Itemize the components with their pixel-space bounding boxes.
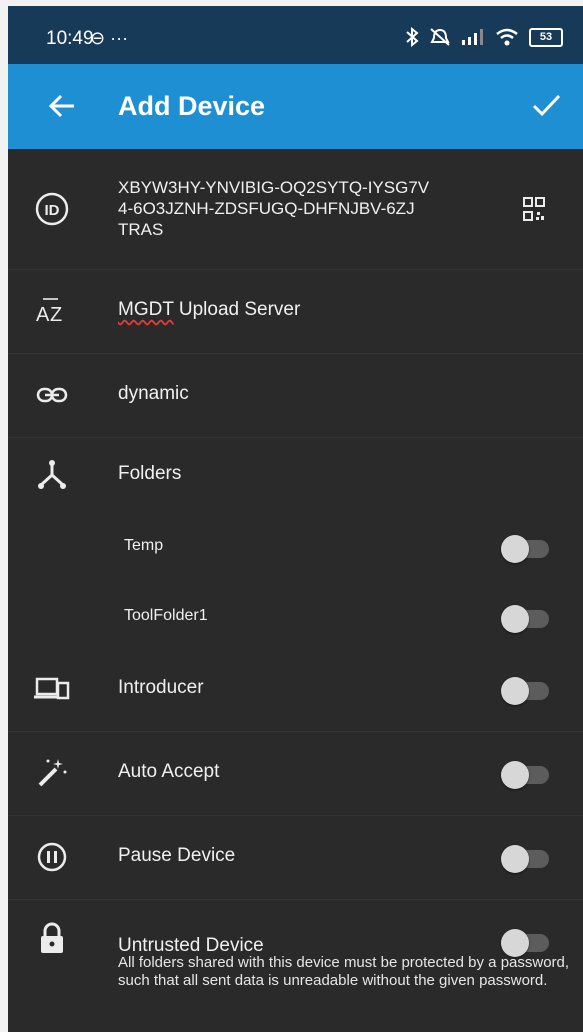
introducer-row[interactable]: Introducer [8,647,583,732]
folders-label: Folders [118,463,182,484]
folder-toggle-toolfolder1[interactable] [501,605,549,633]
pause-icon [37,842,67,872]
auto-accept-row[interactable]: Auto Accept [8,731,583,816]
battery-level: 53 [539,31,553,43]
status-system-icons: 53 [405,26,563,48]
device-id-row[interactable]: ID XBYW3HY-YNVIBIG-OQ2SYTQ-IYSG7V 4-6O3J… [8,149,583,270]
page-title: Add Device [118,91,266,121]
folder-item[interactable]: Temp [8,507,583,577]
device-name-row[interactable]: A Z MGDT Upload Server [8,269,583,354]
untrusted-device-toggle[interactable] [501,929,549,957]
link-icon [36,387,68,403]
id-icon: ID [35,192,69,226]
device-name-field[interactable]: MGDT Upload Server [118,299,300,321]
lock-icon [41,922,63,953]
device-name-rest: Upload Server [173,299,301,320]
silent-icon [430,28,450,46]
svg-text:ID: ID [45,202,60,219]
svg-text:Z: Z [50,304,62,326]
folders-header-row: Folders [8,437,583,507]
address-row[interactable]: dynamic [8,353,583,438]
status-bar: 10:49 ⊖ ··· 53 [8,6,583,64]
wifi-icon [496,28,518,46]
screen: 10:49 ⊖ ··· 53 Add Device ID XBYW3HY-YNV… [8,6,583,1032]
pause-device-toggle[interactable] [501,845,549,873]
folder-name: Temp [124,537,164,554]
back-arrow-icon[interactable] [42,86,82,126]
devices-icon [34,677,70,700]
device-name-first-word: MGDT [118,299,174,320]
device-id-value: XBYW3HY-YNVIBIG-OQ2SYTQ-IYSG7V 4-6O3JZNH… [118,178,430,239]
pause-device-row[interactable]: Pause Device [8,815,583,900]
svg-text:A: A [36,304,50,326]
bluetooth-icon [406,27,419,47]
app-bar: Add Device [8,64,583,149]
confirm-check-icon[interactable] [529,88,563,122]
qr-code-icon[interactable] [523,197,545,223]
signal-icon [462,29,483,45]
folder-share-icon [38,460,66,489]
auto-accept-toggle[interactable] [501,761,549,789]
auto-accept-label: Auto Accept [118,761,220,782]
folder-toggle-temp[interactable] [501,535,549,563]
untrusted-device-description: All folders shared with this device must… [118,954,570,989]
introducer-label: Introducer [118,677,204,698]
status-time: 10:49 [46,28,94,49]
folder-name: ToolFolder1 [124,607,208,624]
introducer-toggle[interactable] [501,677,549,705]
status-notification-icons: ⊖ ··· [90,28,129,48]
battery-icon: 53 [529,27,563,47]
magic-wand-icon [38,759,67,787]
text-az-icon: A Z [36,298,62,326]
pause-device-label: Pause Device [118,845,236,866]
folder-item[interactable]: ToolFolder1 [8,577,583,647]
address-value: dynamic [118,383,189,404]
